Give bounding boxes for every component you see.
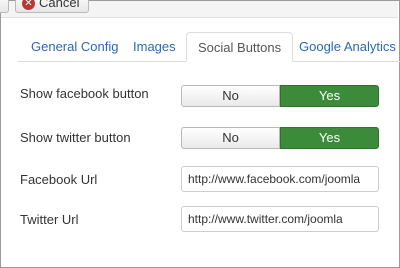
twitter-url-label: Twitter Url xyxy=(20,212,79,227)
twitter-button-toggle: No Yes xyxy=(181,127,379,149)
tab-social-buttons[interactable]: Social Buttons xyxy=(186,32,294,62)
cancel-label: Cancel xyxy=(39,0,80,10)
tab-google-analytics[interactable]: Google Analytics xyxy=(299,32,396,62)
facebook-url-label: Facebook Url xyxy=(20,172,98,187)
facebook-no-option[interactable]: No xyxy=(181,85,280,107)
tab-images[interactable]: Images xyxy=(133,32,176,62)
tab-bar: General Config Images Social Buttons Goo… xyxy=(18,32,400,62)
facebook-button-toggle: No Yes xyxy=(181,85,379,107)
toolbar: ✕ Cancel xyxy=(0,0,398,18)
toolbar-button-partial[interactable] xyxy=(0,0,9,13)
twitter-url-input[interactable] xyxy=(181,206,379,232)
cancel-icon: ✕ xyxy=(22,0,35,10)
twitter-button-label: Show twitter button xyxy=(20,130,131,145)
facebook-button-label: Show facebook button xyxy=(20,86,149,101)
facebook-url-input[interactable] xyxy=(181,166,379,192)
twitter-no-option[interactable]: No xyxy=(181,127,280,149)
tab-general-config[interactable]: General Config xyxy=(31,32,118,62)
cancel-button[interactable]: ✕ Cancel xyxy=(15,0,89,13)
twitter-yes-option[interactable]: Yes xyxy=(280,127,379,149)
facebook-yes-option[interactable]: Yes xyxy=(280,85,379,107)
